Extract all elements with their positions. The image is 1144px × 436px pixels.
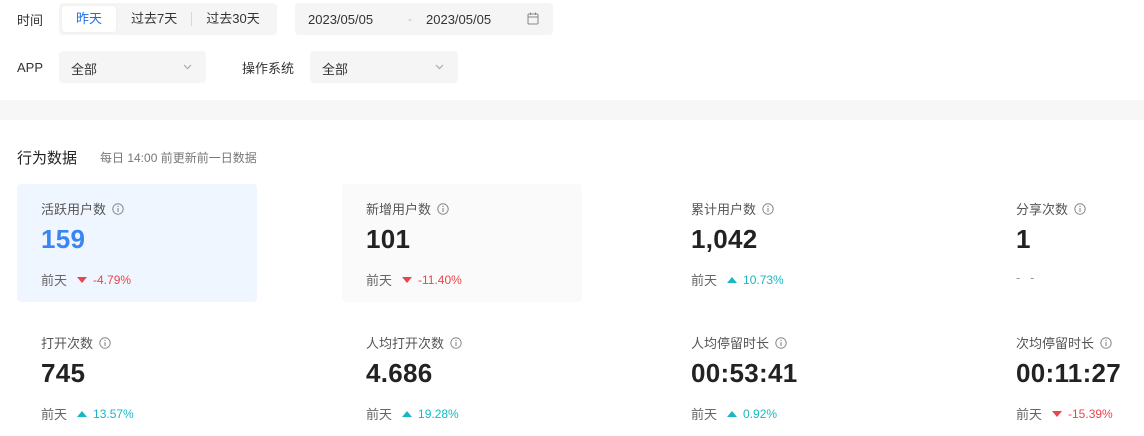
date-range-picker[interactable]: 2023/05/05 - 2023/05/05: [295, 3, 553, 35]
triangle-up-icon: [77, 410, 88, 417]
metric-comparison: 前天 13.57%: [41, 404, 134, 423]
triangle-up-icon: [727, 276, 738, 283]
metric-name-text: 累计用户数: [691, 202, 757, 217]
metric-compare-label: 前天: [366, 273, 393, 288]
tab-past-7-days[interactable]: 过去7天: [117, 6, 191, 32]
metric-card-new-users[interactable]: 新增用户数 101 前天 -11.40%: [342, 184, 582, 302]
metric-value: 4.686: [366, 358, 433, 388]
metric-name: 活跃用户数: [41, 199, 124, 218]
metric-name: 打开次数: [41, 333, 111, 352]
metric-change: -4.79%: [93, 272, 132, 287]
metric-name: 新增用户数: [366, 199, 449, 218]
info-icon[interactable]: [1074, 202, 1086, 215]
metric-name-text: 打开次数: [41, 336, 94, 351]
metric-value: 1: [1016, 224, 1031, 254]
metric-name-text: 分享次数: [1016, 202, 1069, 217]
time-range-tabs: 昨天 过去7天 过去30天: [59, 3, 277, 35]
triangle-down-icon: [77, 276, 88, 283]
metric-card-total-users[interactable]: 累计用户数 1,042 前天 10.73%: [667, 184, 907, 302]
section-divider-band: [0, 100, 1144, 120]
info-icon[interactable]: [99, 336, 111, 349]
metric-value: 00:53:41: [691, 358, 798, 388]
metric-value: 745: [41, 358, 86, 388]
metric-compare-label: 前天: [1016, 407, 1043, 422]
triangle-down-icon: [1052, 410, 1063, 417]
os-select[interactable]: 全部: [310, 51, 459, 83]
metric-change: -11.40%: [418, 272, 462, 287]
calendar-icon[interactable]: [527, 12, 539, 25]
info-icon[interactable]: [112, 202, 124, 215]
metric-name-text: 次均停留时长: [1016, 336, 1095, 351]
triangle-up-icon: [402, 410, 413, 417]
metric-name: 次均停留时长: [1016, 333, 1112, 352]
time-filter-row: 时间 昨天 过去7天 过去30天: [0, 3, 277, 35]
metric-compare-label: 前天: [691, 407, 718, 422]
metric-compare-label: 前天: [691, 273, 718, 288]
app-select-value: 全部: [71, 62, 98, 77]
time-label: 时间: [17, 12, 44, 28]
metric-change: - -: [1016, 270, 1038, 285]
chevron-down-icon: [183, 64, 192, 70]
metric-value: 1,042: [691, 224, 758, 254]
metric-comparison: 前天 10.73%: [691, 270, 784, 289]
info-icon[interactable]: [437, 202, 449, 215]
os-label: 操作系统: [242, 60, 295, 76]
metric-compare-label: 前天: [366, 407, 393, 422]
date-start-input[interactable]: 2023/05/05: [308, 12, 373, 27]
metric-value: 00:11:27: [1016, 358, 1122, 388]
info-icon[interactable]: [775, 336, 787, 349]
metric-name: 人均停留时长: [691, 333, 787, 352]
metric-card-opens-per-user[interactable]: 人均打开次数 4.686 前天 19.28%: [342, 318, 582, 436]
info-icon[interactable]: [762, 202, 774, 215]
triangle-up-icon: [727, 410, 738, 417]
metric-change: 19.28%: [418, 406, 459, 421]
platform-filter-row: APP 全部 操作系统 全部: [0, 51, 459, 83]
chevron-down-icon: [435, 64, 444, 70]
metric-comparison: 前天 -4.79%: [41, 270, 131, 289]
tab-yesterday[interactable]: 昨天: [62, 6, 117, 32]
os-select-value: 全部: [322, 62, 349, 77]
app-label: APP: [17, 59, 44, 75]
metric-name: 人均打开次数: [366, 333, 462, 352]
metric-name-text: 人均停留时长: [691, 336, 770, 351]
filter-panel: 时间 昨天 过去7天 过去30天 2023/05/05 - 2023/05/05…: [0, 0, 1144, 100]
metric-card-share-count[interactable]: 分享次数 1 - -: [992, 184, 1144, 302]
metric-card-stay-per-open[interactable]: 次均停留时长 00:11:27 前天 -15.39%: [992, 318, 1144, 436]
tab-past-30-days[interactable]: 过去30天: [192, 6, 273, 32]
section-title: 行为数据: [17, 150, 78, 167]
metric-comparison: 前天 -15.39%: [1016, 404, 1113, 423]
metric-comparison: 前天 -11.40%: [366, 270, 462, 289]
metric-comparison: 前天 19.28%: [366, 404, 459, 423]
info-icon[interactable]: [450, 336, 462, 349]
metric-card-active-users[interactable]: 活跃用户数 159 前天 -4.79%: [17, 184, 257, 302]
metric-compare-label: 前天: [41, 407, 68, 422]
info-icon[interactable]: [1100, 336, 1112, 349]
app-select[interactable]: 全部: [59, 51, 207, 83]
metric-card-open-count[interactable]: 打开次数 745 前天 13.57%: [17, 318, 257, 436]
metric-compare-label: 前天: [41, 273, 68, 288]
date-separator: -: [408, 12, 412, 26]
triangle-down-icon: [402, 276, 413, 283]
metric-name: 分享次数: [1016, 199, 1086, 218]
metric-change: 0.92%: [743, 406, 778, 421]
metric-change: 13.57%: [93, 406, 134, 421]
metric-comparison: 前天 0.92%: [691, 404, 777, 423]
metric-value: 159: [41, 224, 86, 254]
date-end-input[interactable]: 2023/05/05: [426, 12, 491, 27]
metric-value: 101: [366, 224, 411, 254]
metric-change: 10.73%: [743, 272, 784, 287]
metric-comparison: - -: [1016, 270, 1037, 285]
section-subtitle: 每日 14:00 前更新前一日数据: [100, 151, 257, 165]
metric-name-text: 人均打开次数: [366, 336, 445, 351]
metric-name: 累计用户数: [691, 199, 774, 218]
metric-change: -15.39%: [1068, 406, 1113, 421]
metric-name-text: 活跃用户数: [41, 202, 107, 217]
metric-name-text: 新增用户数: [366, 202, 432, 217]
metric-card-stay-per-user[interactable]: 人均停留时长 00:53:41 前天 0.92%: [667, 318, 907, 436]
